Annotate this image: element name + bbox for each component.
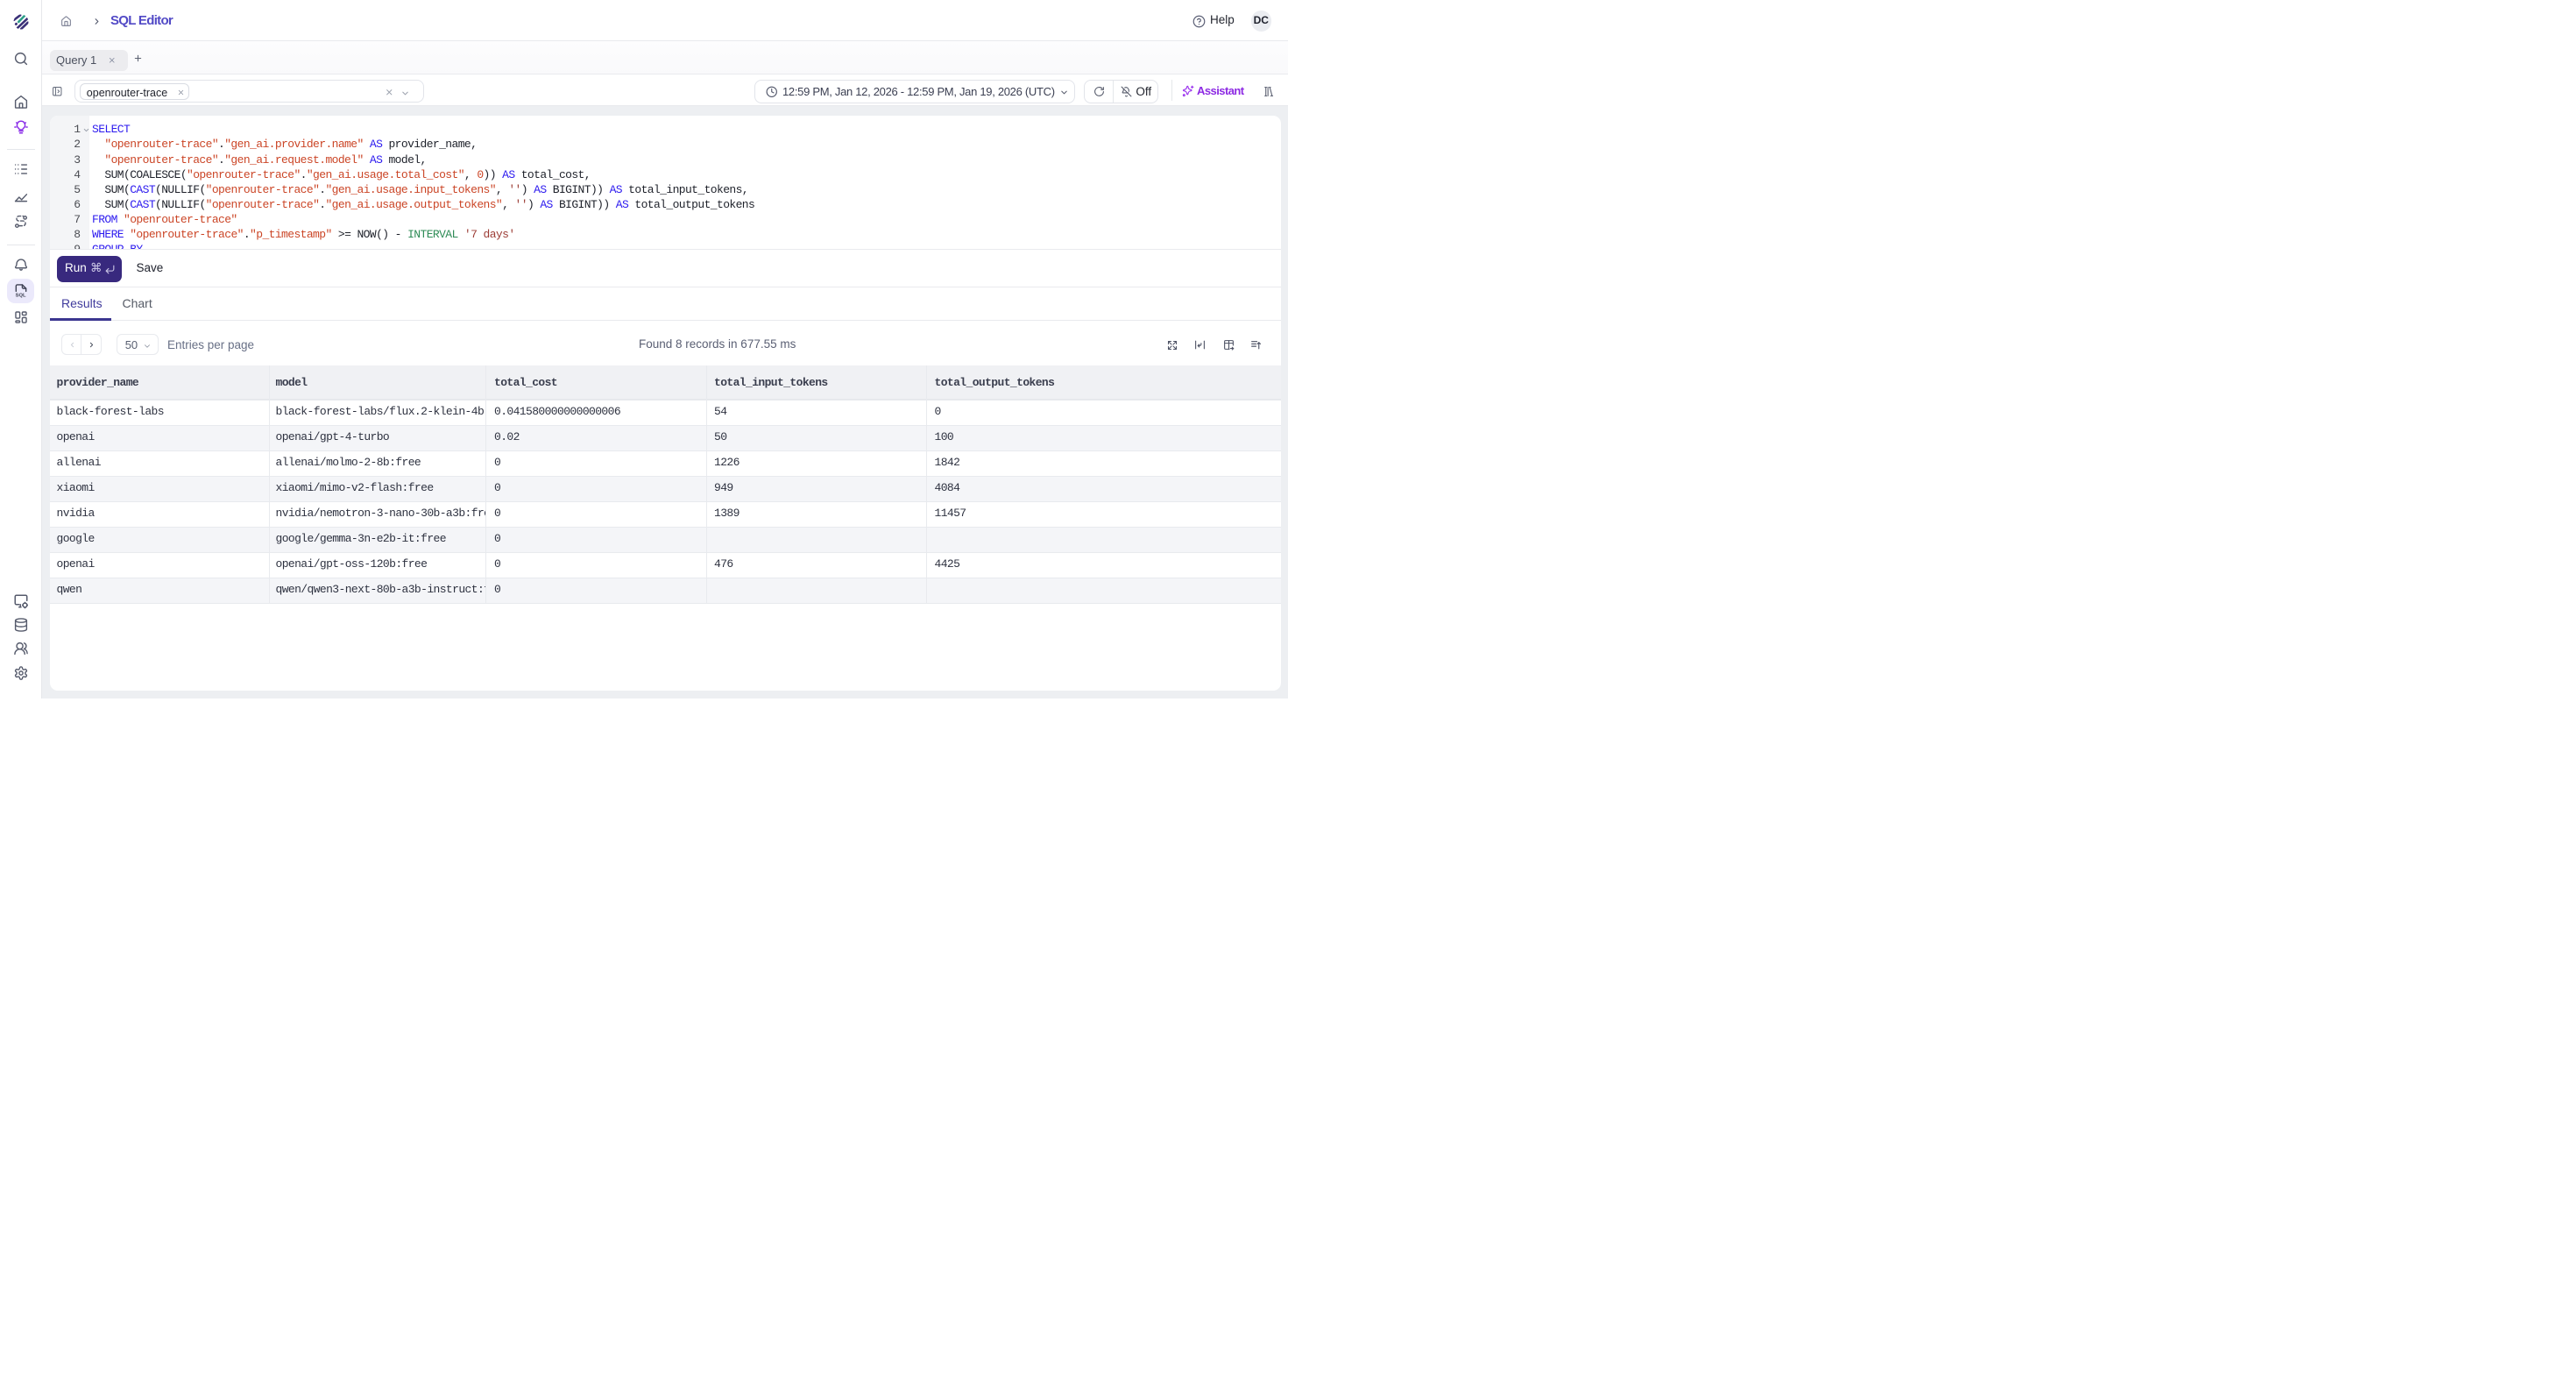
svg-text:SQL: SQL — [16, 294, 26, 299]
